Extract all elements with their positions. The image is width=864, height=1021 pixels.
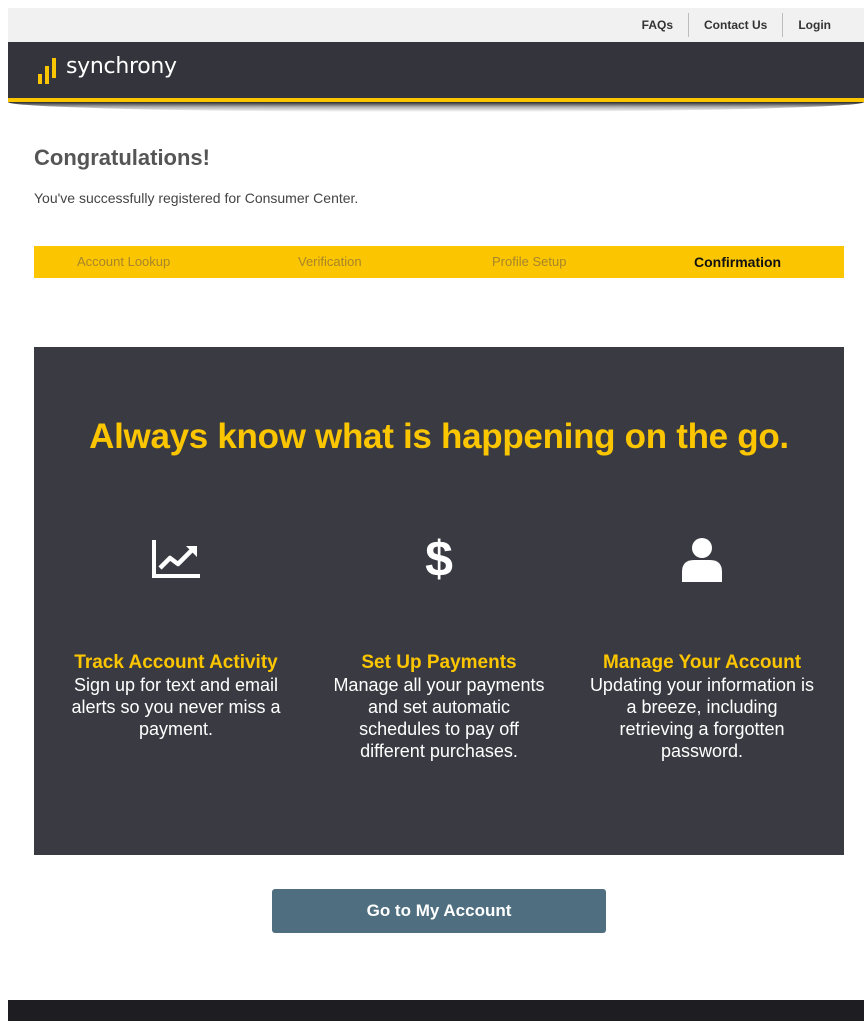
page-title: Congratulations! — [34, 145, 210, 170]
user-icon — [567, 529, 837, 589]
dollar-glyph: $ — [425, 531, 453, 587]
faqs-link[interactable]: FAQs — [627, 14, 688, 36]
logo-bars-icon — [38, 54, 60, 84]
feature-manage-account: Manage Your Account Updating your inform… — [567, 529, 837, 762]
feature-description: Updating your information is a breeze, i… — [589, 675, 815, 761]
login-link[interactable]: Login — [783, 14, 846, 36]
synchrony-logo[interactable]: synchrony — [38, 52, 177, 84]
brand-header: synchrony — [8, 42, 864, 112]
header-shadow — [8, 102, 864, 112]
promo-headline: Always know what is happening on the go. — [89, 417, 789, 456]
page-subtitle: You've successfully registered for Consu… — [34, 190, 359, 206]
chart-icon — [41, 529, 311, 589]
feature-description: Sign up for text and email alerts so you… — [71, 675, 281, 739]
feature-title: Manage Your Account — [602, 652, 802, 673]
feature-description: Manage all your payments and set automat… — [333, 675, 545, 761]
page-footer — [8, 1000, 864, 1021]
brand-name: synchrony — [66, 54, 177, 79]
dollar-icon: $ — [304, 529, 574, 589]
feature-title: Set Up Payments — [361, 652, 517, 673]
step-confirmation: Confirmation — [694, 254, 782, 270]
contact-us-link[interactable]: Contact Us — [689, 14, 782, 36]
registration-progress: Account Lookup Verification Profile Setu… — [34, 246, 844, 278]
feature-title: Track Account Activity — [74, 652, 278, 673]
mobile-promo-panel: Always know what is happening on the go.… — [34, 347, 844, 855]
step-profile-setup: Profile Setup — [492, 254, 567, 269]
feature-track-activity: Track Account Activity Sign up for text … — [41, 529, 311, 740]
step-verification: Verification — [298, 254, 362, 269]
step-account-lookup: Account Lookup — [77, 254, 171, 269]
utility-links: FAQs Contact Us Login — [627, 8, 846, 42]
utility-bar: FAQs Contact Us Login — [8, 8, 864, 42]
go-to-my-account-button[interactable]: Go to My Account — [272, 889, 606, 933]
feature-set-up-payments: $ Set Up Payments Manage all your paymen… — [304, 529, 574, 762]
